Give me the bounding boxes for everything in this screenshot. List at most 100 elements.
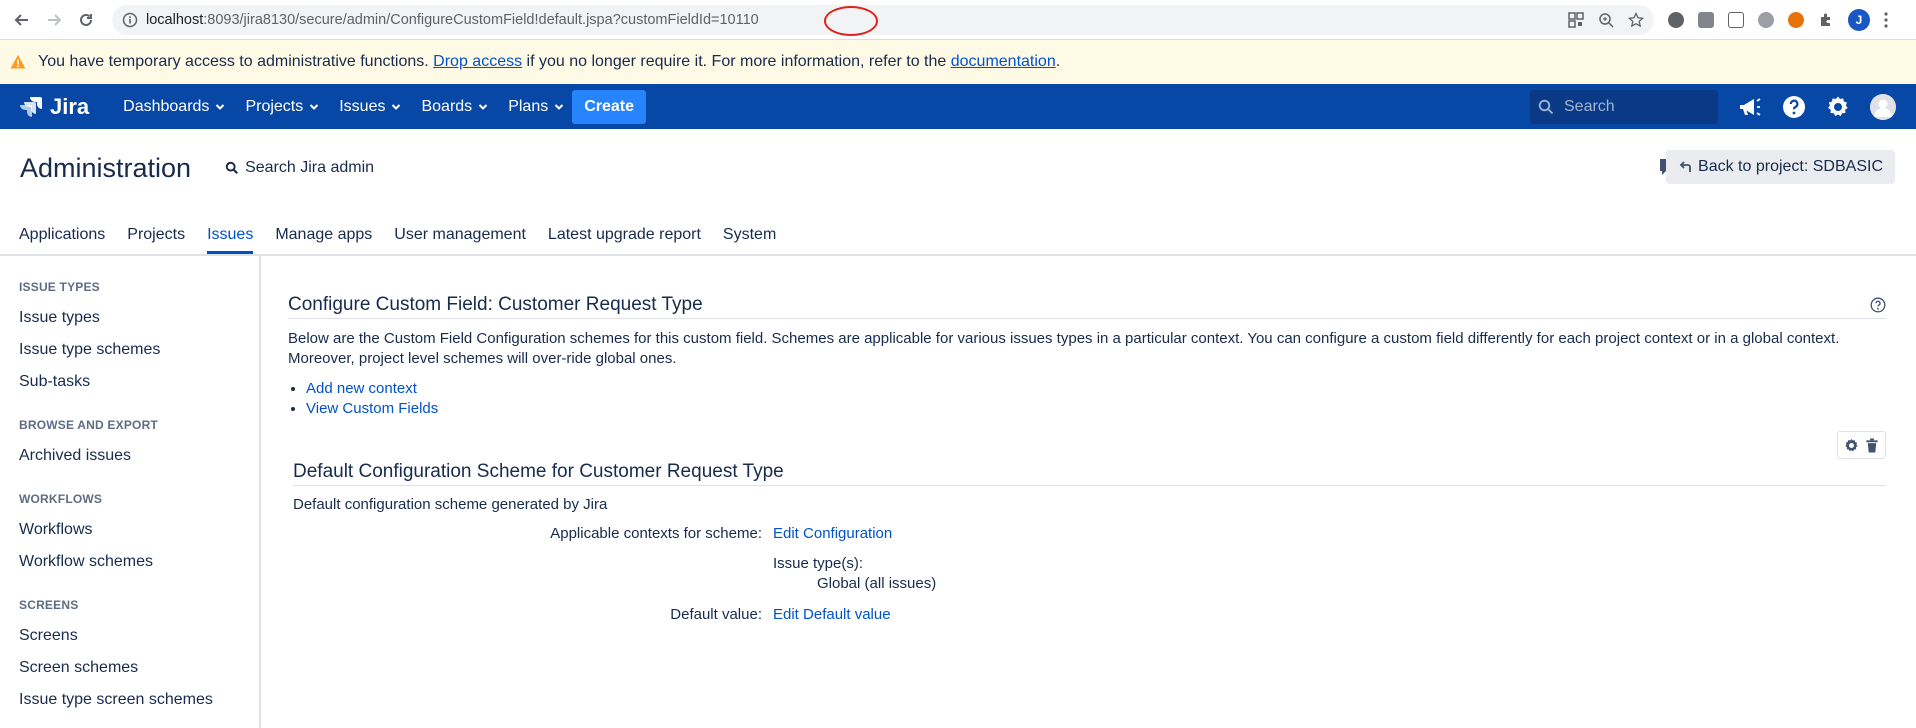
list-item: Add new context <box>306 379 1886 399</box>
nav-projects[interactable]: Projects <box>245 98 319 116</box>
nav-label: Issues <box>339 97 386 115</box>
notifications-megaphone-icon[interactable] <box>1738 96 1762 118</box>
qr-code-icon[interactable] <box>1568 11 1584 28</box>
nav-label: Projects <box>245 97 304 115</box>
search-jira-admin-link[interactable]: Search Jira admin <box>225 159 374 177</box>
add-new-context-link[interactable]: Add new context <box>306 380 417 397</box>
tab-latest-upgrade-report[interactable]: Latest upgrade report <box>548 226 701 254</box>
chevron-down-icon <box>478 103 488 110</box>
sidebar-heading-screens: Screens <box>19 598 79 612</box>
admin-tabs: Applications Projects Issues Manage apps Use… <box>0 207 1916 256</box>
scheme-actions <box>1837 431 1886 459</box>
jira-logo-text: Jira <box>50 93 90 119</box>
delete-trash-icon[interactable] <box>1865 437 1879 453</box>
banner-text-middle: if you no longer require it. For more in… <box>526 53 947 70</box>
banner-text-after: . <box>1055 53 1061 70</box>
sidebar-item-workflow-schemes[interactable]: Workflow schemes <box>19 546 259 578</box>
search-icon <box>1538 99 1554 114</box>
banner-text-before: You have temporary access to administrat… <box>38 53 429 70</box>
sidebar-item-issue-types[interactable]: Issue types <box>19 302 259 334</box>
extension-circle-icon[interactable] <box>1668 11 1684 28</box>
top-navigation: Dashboards Projects Issues Boards Plans <box>123 98 564 116</box>
documentation-link[interactable]: documentation <box>951 53 1056 71</box>
admin-access-banner: You have temporary access to administrat… <box>0 40 1916 84</box>
zoom-icon[interactable] <box>1598 12 1614 28</box>
edit-configuration-link[interactable]: Edit Configuration <box>773 525 892 542</box>
issue-types-label: Issue type(s): <box>773 555 864 572</box>
nav-dashboards[interactable]: Dashboards <box>123 98 225 116</box>
nav-label: Boards <box>421 97 473 115</box>
nav-issues[interactable]: Issues <box>339 98 401 116</box>
scheme-title: Default Configuration Scheme for Custome… <box>293 461 784 482</box>
custom-field-title: Configure Custom Field: Customer Request… <box>288 294 703 315</box>
site-info-icon[interactable] <box>122 12 138 28</box>
url-text: localhost:8093/jira8130/secure/admin/Con… <box>146 11 759 28</box>
create-button[interactable]: Create <box>572 89 647 124</box>
nav-boards[interactable]: Boards <box>421 98 488 116</box>
chevron-down-icon <box>310 103 319 110</box>
jira-logo-icon <box>20 96 42 117</box>
warning-icon <box>10 54 26 70</box>
help-circle-icon[interactable] <box>1870 297 1886 313</box>
admin-header: Administration Search Jira admin Back to… <box>0 129 1916 207</box>
return-arrow-icon <box>1679 161 1691 172</box>
help-icon[interactable] <box>1782 95 1806 119</box>
tab-manage-apps[interactable]: Manage apps <box>275 226 372 254</box>
chevron-down-icon <box>555 103 564 110</box>
back-to-project-label: Back to project: SDBASIC <box>1698 158 1883 175</box>
sidebar-item-screen-schemes[interactable]: Screen schemes <box>19 652 259 684</box>
tab-user-management[interactable]: User management <box>394 226 526 254</box>
tab-applications[interactable]: Applications <box>19 226 105 254</box>
search-icon <box>225 161 239 174</box>
extension-code-icon[interactable] <box>1728 11 1744 28</box>
nav-label: Dashboards <box>123 97 210 115</box>
sidebar-item-workflows[interactable]: Workflows <box>19 514 259 546</box>
scheme-description: Default configuration scheme generated b… <box>293 496 608 513</box>
tab-system[interactable]: System <box>723 226 776 254</box>
tab-issues[interactable]: Issues <box>207 226 254 254</box>
bookmark-star-icon[interactable] <box>1628 11 1644 28</box>
main-content: Configure Custom Field: Customer Request… <box>261 256 1916 728</box>
extensions-puzzle-icon[interactable] <box>1818 12 1834 28</box>
issue-types-value: Global (all issues) <box>817 575 937 592</box>
sidebar-item-screens[interactable]: Screens <box>19 620 259 652</box>
sidebar-item-issue-type-schemes[interactable]: Issue type schemes <box>19 334 259 366</box>
sidebar-heading-workflows: Workflows <box>19 492 103 506</box>
reload-icon[interactable] <box>72 6 100 34</box>
scheme-details: Applicable contexts for scheme: Edit Con… <box>288 525 1886 623</box>
view-custom-fields-link[interactable]: View Custom Fields <box>306 400 438 417</box>
list-item: View Custom Fields <box>306 399 1886 419</box>
back-arrow-icon[interactable] <box>8 6 36 34</box>
sidebar-item-archived-issues[interactable]: Archived issues <box>19 440 259 472</box>
chevron-down-icon <box>216 103 225 110</box>
edit-default-value-link[interactable]: Edit Default value <box>773 606 891 623</box>
back-to-project-button[interactable]: Back to project: SDBASIC <box>1666 150 1895 184</box>
admin-sidebar: Issue types Issue types Issue type schemes… <box>0 256 261 728</box>
header-search-input[interactable]: Search <box>1530 89 1718 124</box>
custom-field-description: Below are the Custom Field Configuration… <box>288 330 1840 367</box>
user-avatar[interactable] <box>1870 93 1896 120</box>
chevron-down-icon <box>392 103 401 110</box>
menu-kebab-icon[interactable] <box>1884 11 1888 28</box>
settings-gear-icon[interactable] <box>1826 95 1850 119</box>
applicable-contexts-label: Applicable contexts for scheme: <box>550 525 762 542</box>
search-placeholder: Search <box>1564 97 1615 115</box>
action-links: Add new context View Custom Fields <box>288 379 1886 419</box>
profile-avatar[interactable]: J <box>1848 8 1870 31</box>
extension-window-icon[interactable] <box>1698 11 1714 28</box>
tab-projects[interactable]: Projects <box>127 226 185 254</box>
jira-header: Jira Dashboards Projects Issues Boards Plans… <box>0 84 1916 129</box>
sidebar-item-sub-tasks[interactable]: Sub-tasks <box>19 366 259 398</box>
address-bar[interactable]: localhost:8093/jira8130/secure/admin/Con… <box>112 4 1654 36</box>
drop-access-link[interactable]: Drop access <box>433 53 522 71</box>
browser-toolbar: localhost:8093/jira8130/secure/admin/Con… <box>0 0 1916 40</box>
extension-tiger-icon[interactable] <box>1788 11 1804 28</box>
forward-arrow-icon[interactable] <box>40 6 68 34</box>
sidebar-item-issue-type-screen-schemes[interactable]: Issue type screen schemes <box>19 684 259 716</box>
configure-gear-icon[interactable] <box>1844 438 1859 453</box>
default-value-label: Default value: <box>670 606 762 623</box>
nav-label: Plans <box>508 97 549 115</box>
extension-abp-icon[interactable] <box>1758 11 1774 28</box>
nav-plans[interactable]: Plans <box>508 98 564 116</box>
jira-logo[interactable]: Jira <box>20 94 89 120</box>
